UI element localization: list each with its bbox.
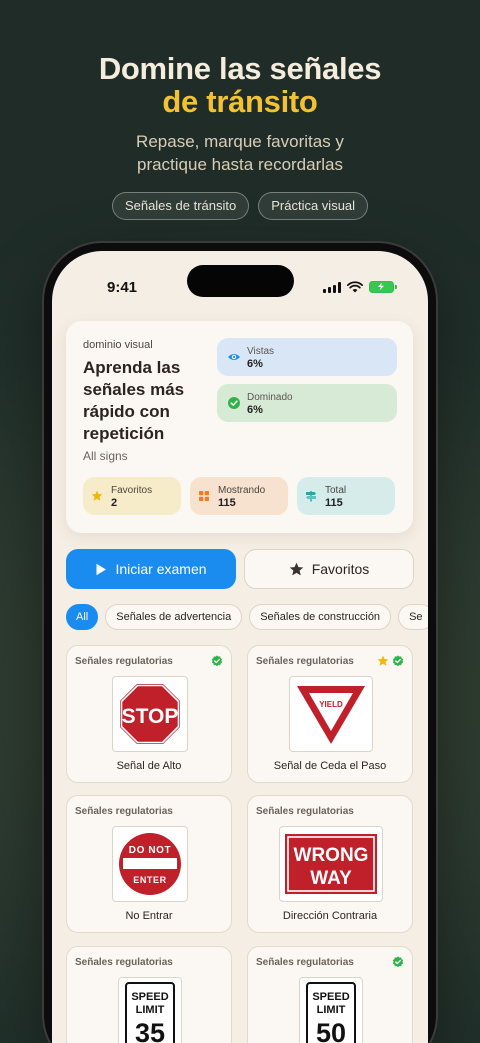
sign-card[interactable]: Señales regulatorias DO NOT ENTER No Ent… [66, 795, 232, 933]
stat-vistas-value: 6% [247, 358, 263, 370]
card-category: Señales regulatorias [256, 806, 354, 817]
sign-card[interactable]: Señales regulatorias SPEED LIMIT 35 [66, 946, 232, 1043]
speed-number: 50 [316, 1018, 346, 1043]
card-name: Dirección Contraria [282, 910, 378, 922]
sign-card[interactable]: Señales regulatorias STOP Señal de Alto [66, 645, 232, 783]
speed-text: SPEED [131, 991, 168, 1003]
enter-text: ENTER [133, 875, 167, 885]
sign-image: YIELD [289, 676, 373, 752]
chip-total: Total 115 [297, 477, 395, 515]
way-text: WAY [310, 868, 352, 889]
stat-dominado-value: 6% [247, 404, 263, 416]
card-category: Señales regulatorias [256, 656, 354, 667]
headline: Domine las señales de tránsito [0, 52, 480, 118]
hero-subtitle: All signs [83, 449, 128, 463]
speed-limit-50-sign: SPEED LIMIT 50 [306, 982, 356, 1043]
play-icon [96, 563, 107, 575]
tag-practica: Práctica visual [258, 192, 369, 220]
headline-line-1: Domine las señales [98, 51, 382, 86]
wrong-text: WRONG [294, 845, 369, 866]
check-badge-icon [392, 655, 404, 667]
sign-image: WRONG WAY [279, 826, 383, 902]
do-not-text: DO NOT [129, 845, 172, 856]
wrong-way-sign: WRONG WAY [285, 834, 377, 894]
sign-image: SPEED LIMIT 35 [118, 977, 182, 1043]
chip-favoritos: Favoritos 2 [83, 477, 181, 515]
filter-more[interactable]: Se [398, 604, 428, 630]
chip-mostrando: Mostrando 115 [190, 477, 288, 515]
card-category: Señales regulatorias [256, 957, 354, 968]
signpost-icon [306, 491, 316, 502]
grid-icon [199, 491, 209, 501]
favorites-button[interactable]: Favoritos [244, 549, 414, 589]
stat-dominado: Dominado 6% [217, 384, 397, 422]
subtitle: Repase, marque favoritas y practique has… [0, 130, 480, 176]
card-badges [377, 655, 404, 667]
card-name: Señal de Ceda el Paso [273, 760, 387, 772]
card-category: Señales regulatorias [75, 957, 173, 968]
star-icon [91, 490, 103, 501]
card-badges [211, 655, 223, 667]
star-icon[interactable] [377, 655, 389, 667]
card-category: Señales regulatorias [75, 656, 173, 667]
check-badge-icon [392, 956, 404, 968]
filter-row: All Señales de advertencia Señales de co… [66, 604, 428, 630]
speed-text: SPEED [312, 991, 349, 1003]
subtitle-line-2: practique hasta recordarlas [136, 155, 343, 174]
chip-total-value: 115 [325, 497, 343, 509]
headline-line-2: de tránsito [162, 84, 318, 119]
card-name: Señal de Alto [116, 760, 182, 772]
filter-construccion[interactable]: Señales de construcción [249, 604, 392, 630]
do-not-enter-sign: DO NOT ENTER [119, 833, 181, 895]
status-icons [323, 281, 397, 293]
chip-total-label: Total [325, 485, 347, 496]
stat-dominado-label: Dominado [247, 392, 293, 403]
sign-image: STOP [112, 676, 188, 752]
hero-eyebrow: dominio visual [83, 339, 153, 351]
status-time: 9:41 [107, 279, 138, 296]
card-badges [392, 956, 404, 968]
eye-icon [228, 354, 240, 360]
sign-card[interactable]: Señales regulatorias YIELD Señal de Ceda… [247, 645, 413, 783]
filter-advertencia[interactable]: Señales de advertencia [105, 604, 243, 630]
limit-text: LIMIT [136, 1004, 165, 1016]
tag-row: Señales de tránsito Práctica visual [0, 192, 480, 220]
hero-card: dominio visual Aprenda las señales más r… [66, 321, 413, 533]
star-icon [289, 562, 303, 575]
yield-sign-text: YIELD [319, 700, 343, 709]
sign-image: DO NOT ENTER [112, 826, 188, 902]
chip-favoritos-label: Favoritos [111, 485, 153, 496]
stop-sign: STOP [118, 682, 182, 746]
card-name: No Entrar [125, 910, 173, 922]
hero-title: Aprenda las señales más rápido con repet… [83, 358, 185, 443]
sign-card[interactable]: Señales regulatorias WRONG WAY Dirección… [247, 795, 413, 933]
sign-image: SPEED LIMIT 50 [299, 977, 363, 1043]
check-badge-icon [228, 397, 240, 409]
sign-card[interactable]: Señales regulatorias SPEED LIMIT 50 [247, 946, 413, 1043]
tag-senales: Señales de tránsito [111, 192, 250, 220]
start-exam-label: Iniciar examen [115, 561, 207, 577]
start-exam-button[interactable]: Iniciar examen [66, 549, 236, 589]
stop-sign-text: STOP [122, 705, 179, 728]
filter-all[interactable]: All [66, 604, 99, 630]
chip-mostrando-label: Mostrando [218, 485, 266, 496]
phone-frame: 9:41 dominio visual Aprenda las señales … [44, 243, 436, 1043]
stat-vistas-label: Vistas [247, 346, 275, 357]
dynamic-island [187, 265, 294, 297]
limit-text: LIMIT [317, 1004, 346, 1016]
chip-mostrando-value: 115 [218, 497, 236, 509]
phone-screen: 9:41 dominio visual Aprenda las señales … [52, 251, 428, 1043]
wifi-icon [347, 281, 363, 293]
speed-limit-35-sign: SPEED LIMIT 35 [125, 982, 175, 1043]
favorites-label: Favoritos [311, 561, 370, 577]
signal-icon [323, 281, 341, 293]
check-badge-icon [211, 655, 223, 667]
speed-number: 35 [135, 1018, 165, 1043]
subtitle-line-1: Repase, marque favoritas y [136, 132, 344, 151]
card-category: Señales regulatorias [75, 806, 173, 817]
yield-sign: YIELD [297, 686, 365, 744]
stat-vistas: Vistas 6% [217, 338, 397, 376]
chip-favoritos-value: 2 [111, 497, 118, 509]
battery-charging-icon [369, 281, 397, 293]
